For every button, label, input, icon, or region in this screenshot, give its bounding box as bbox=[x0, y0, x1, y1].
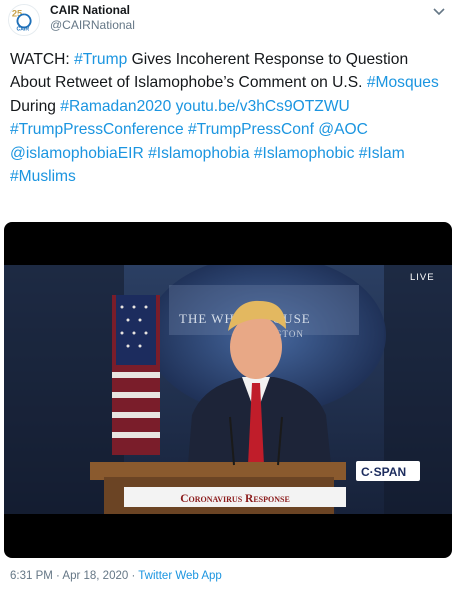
tweet-link[interactable]: #Ramadan2020 bbox=[60, 98, 171, 115]
avatar-logo-text: CAIR bbox=[17, 26, 30, 32]
video-player[interactable]: THE WHITE HOUSE WASHINGTON bbox=[4, 222, 452, 558]
network-logo: C·SPAN bbox=[361, 465, 406, 479]
tweet-link[interactable]: @islamophobiaEIR bbox=[10, 145, 144, 162]
tweet-header: 25 CAIR CAIR National @CAIRNational bbox=[0, 0, 457, 44]
tweet-link[interactable]: #Muslims bbox=[10, 168, 76, 185]
avatar[interactable]: 25 CAIR bbox=[8, 4, 40, 36]
tweet-link[interactable]: #TrumpPressConf bbox=[188, 121, 314, 138]
tweet-link[interactable]: #Islam bbox=[359, 145, 405, 162]
author-names: CAIR National @CAIRNational bbox=[50, 3, 135, 33]
tweet-link[interactable]: #Mosques bbox=[367, 74, 439, 91]
tweet-link[interactable]: @AOC bbox=[318, 121, 368, 138]
display-name[interactable]: CAIR National bbox=[50, 3, 135, 18]
tweet-text-segment: WATCH: bbox=[10, 51, 75, 68]
american-flag bbox=[112, 295, 160, 455]
tweet-link[interactable]: #Islamophobia bbox=[148, 145, 249, 162]
live-label: LIVE bbox=[410, 272, 435, 283]
tweet-link[interactable]: youtu.be/v3hCs9OTZWU bbox=[176, 98, 350, 115]
banner-text: Coronavirus Response bbox=[180, 493, 290, 505]
tweet-link[interactable]: #Trump bbox=[74, 51, 127, 68]
cair-logo-icon: 25 CAIR bbox=[9, 5, 39, 35]
timestamp[interactable]: 6:31 PM · Apr 18, 2020 · bbox=[10, 570, 138, 582]
tweet-footer: 6:31 PM · Apr 18, 2020 · Twitter Web App bbox=[10, 570, 222, 582]
tweet-text-segment: During bbox=[10, 97, 61, 115]
handle[interactable]: @CAIRNational bbox=[50, 18, 135, 33]
tweet-link[interactable]: #Islamophobic bbox=[254, 145, 355, 162]
avatar-number: 25 bbox=[12, 8, 22, 18]
video-frame[interactable]: THE WHITE HOUSE WASHINGTON bbox=[4, 265, 452, 514]
tweet-text: WATCH: #Trump Gives Incoherent Response … bbox=[10, 48, 450, 188]
chevron-down-icon[interactable] bbox=[431, 6, 447, 18]
tweet-link[interactable]: #TrumpPressConference bbox=[10, 121, 184, 138]
source-app-link[interactable]: Twitter Web App bbox=[138, 570, 222, 582]
video-scene: THE WHITE HOUSE WASHINGTON bbox=[4, 265, 452, 514]
